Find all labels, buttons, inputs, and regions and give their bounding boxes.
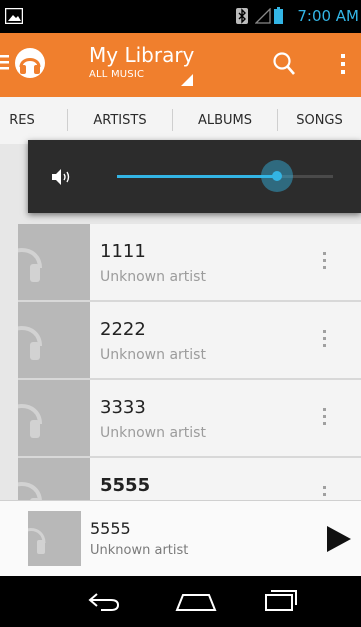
tab-songs[interactable]: SONGS [278, 97, 361, 144]
volume-level-fill [117, 175, 277, 178]
recent-apps-icon[interactable] [264, 588, 298, 616]
song-title: 5555 [100, 475, 151, 496]
now-playing-title: 5555 [90, 519, 131, 538]
play-icon[interactable] [327, 526, 351, 556]
now-playing-artist: Unknown artist [90, 543, 189, 558]
volume-slider-thumb[interactable] [260, 160, 293, 192]
volume-dialog [28, 140, 361, 213]
dropdown-indicator-icon[interactable] [181, 71, 193, 90]
menu-icon[interactable] [0, 55, 12, 75]
row-overflow-icon[interactable] [323, 330, 327, 351]
headphones-logo-icon[interactable] [14, 47, 46, 83]
screen: 7:00 AM My Library ALL MUSIC RES ARTISTS… [0, 0, 361, 627]
row-overflow-icon[interactable] [323, 408, 327, 429]
home-icon[interactable] [175, 592, 217, 616]
now-playing-bar[interactable]: 5555 Unknown artist [0, 500, 361, 577]
album-art-placeholder [18, 380, 90, 456]
now-playing-album-art [28, 511, 81, 566]
overflow-menu-icon[interactable] [341, 54, 347, 80]
song-row-3[interactable]: 3333 Unknown artist [18, 380, 361, 458]
speaker-icon[interactable] [51, 167, 73, 191]
song-artist: Unknown artist [100, 347, 206, 363]
tab-artists[interactable]: ARTISTS [68, 97, 172, 144]
song-artist: Unknown artist [100, 425, 206, 441]
library-tabs: RES ARTISTS ALBUMS SONGS [0, 97, 361, 144]
volume-slider[interactable] [117, 160, 333, 192]
tab-genres[interactable]: RES [0, 97, 44, 144]
picture-icon [4, 7, 24, 28]
signal-icon [254, 7, 271, 28]
status-bar: 7:00 AM [0, 0, 361, 33]
system-nav-bar [0, 576, 361, 627]
row-overflow-icon[interactable] [323, 252, 327, 273]
action-bar: My Library ALL MUSIC [0, 33, 361, 97]
song-title: 1111 [100, 241, 146, 262]
song-title: 2222 [100, 319, 146, 340]
search-icon[interactable] [272, 51, 296, 81]
page-subtitle: ALL MUSIC [89, 69, 145, 80]
battery-icon [274, 7, 283, 28]
song-row-1[interactable]: 1111 Unknown artist [18, 224, 361, 302]
back-icon[interactable] [87, 590, 121, 616]
bluetooth-icon [236, 8, 248, 28]
page-title[interactable]: My Library [89, 43, 194, 67]
tab-albums[interactable]: ALBUMS [173, 97, 277, 144]
album-art-placeholder [18, 302, 90, 378]
album-art-placeholder [18, 224, 90, 300]
song-artist: Unknown artist [100, 269, 206, 285]
song-title: 3333 [100, 397, 146, 418]
status-time: 7:00 AM [297, 7, 359, 25]
song-row-2[interactable]: 2222 Unknown artist [18, 302, 361, 380]
